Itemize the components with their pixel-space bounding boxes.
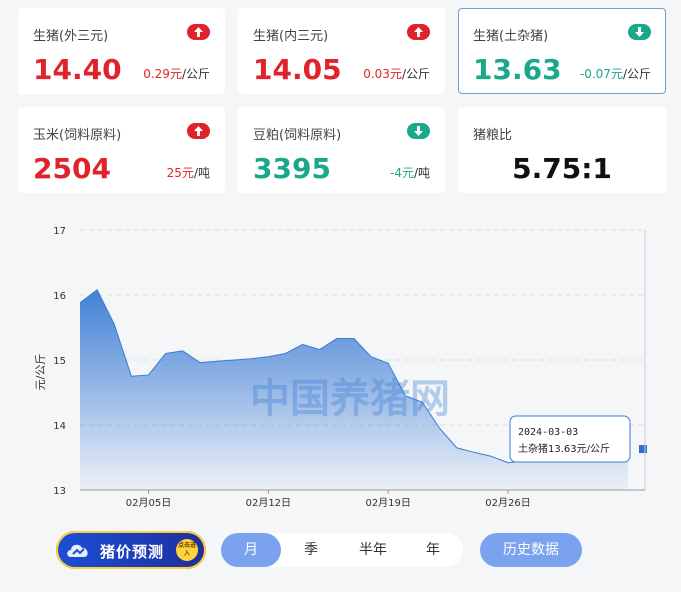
y-tick-label: 15 bbox=[53, 356, 66, 367]
y-tick-label: 17 bbox=[53, 226, 66, 237]
card-change: 25元/吨 bbox=[166, 166, 210, 180]
card-value: 13.63 bbox=[473, 53, 562, 86]
card-value: 14.05 bbox=[253, 53, 342, 86]
price-card-hog-grain-ratio[interactable]: 猪粮比 5.75:1 bbox=[458, 107, 666, 193]
card-change: 0.29元/公斤 bbox=[143, 67, 210, 81]
y-tick-label: 16 bbox=[53, 291, 66, 302]
y-axis-label: 元/公斤 bbox=[34, 354, 47, 391]
tab-quarter[interactable]: 季 bbox=[283, 533, 339, 567]
card-value: 14.40 bbox=[33, 53, 122, 86]
x-tick-label: 02月26日 bbox=[485, 497, 530, 509]
x-tick-label: 02月12日 bbox=[246, 497, 291, 509]
card-label: 生猪(土杂猪) bbox=[473, 29, 549, 44]
arrow-up-icon bbox=[187, 24, 210, 40]
price-card-tuzazhu[interactable]: 生猪(土杂猪) 13.63 -0.07元/公斤 bbox=[458, 8, 666, 94]
price-forecast-label: 猪价预测 bbox=[100, 543, 165, 561]
tooltip-date: 2024-03-03 bbox=[518, 427, 578, 438]
x-tick-label: 02月19日 bbox=[365, 497, 410, 509]
price-forecast-button[interactable]: 猪价预测 点击进入 bbox=[56, 531, 206, 569]
period-tabs: 月 季 半年 年 bbox=[221, 533, 463, 567]
watermark: 中国养猪网 bbox=[250, 376, 450, 422]
tab-half-year[interactable]: 半年 bbox=[343, 533, 403, 567]
arrow-up-icon bbox=[407, 24, 430, 40]
card-change: 0.03元/公斤 bbox=[363, 67, 430, 81]
card-label: 豆粕(饲料原料) bbox=[253, 128, 342, 143]
tab-month[interactable]: 月 bbox=[221, 533, 281, 567]
enter-badge: 点击进入 bbox=[176, 539, 198, 561]
arrow-down-icon bbox=[407, 123, 430, 139]
cloud-icon bbox=[64, 538, 92, 562]
chart-tooltip: 2024-03-03 土杂猪13.63元/公斤 bbox=[509, 415, 631, 463]
card-label: 生猪(外三元) bbox=[33, 29, 109, 44]
tooltip-text: 土杂猪13.63元/公斤 bbox=[518, 442, 610, 455]
price-card-neisanyuan[interactable]: 生猪(内三元) 14.05 0.03元/公斤 bbox=[238, 8, 445, 94]
card-label: 生猪(内三元) bbox=[253, 29, 329, 44]
card-change: -0.07元/公斤 bbox=[579, 67, 651, 81]
y-tick-label: 14 bbox=[53, 421, 66, 432]
card-label: 猪粮比 bbox=[473, 128, 513, 143]
price-card-corn[interactable]: 玉米(饲料原料) 2504 25元/吨 bbox=[18, 107, 225, 193]
card-change: -4元/吨 bbox=[389, 166, 430, 180]
highlight-point[interactable] bbox=[639, 445, 647, 454]
arrow-down-icon bbox=[628, 24, 651, 40]
y-tick-label: 13 bbox=[53, 486, 66, 497]
x-tick-label: 02月05日 bbox=[126, 497, 171, 509]
price-card-soymeal[interactable]: 豆粕(饲料原料) 3395 -4元/吨 bbox=[238, 107, 445, 193]
arrow-up-icon bbox=[187, 123, 210, 139]
card-value: 3395 bbox=[253, 152, 331, 185]
card-value: 5.75:1 bbox=[512, 152, 612, 185]
bottom-controls: 猪价预测 点击进入 月 季 半年 年 历史数据 bbox=[0, 528, 681, 576]
price-card-waisanyuan[interactable]: 生猪(外三元) 14.40 0.29元/公斤 bbox=[18, 8, 225, 94]
history-data-button[interactable]: 历史数据 bbox=[480, 533, 582, 567]
tab-year[interactable]: 年 bbox=[405, 533, 461, 567]
card-label: 玉米(饲料原料) bbox=[33, 128, 122, 143]
price-trend-chart: 13 14 15 16 17 02月05日 02月12日 02月19日 02月26日 中国养猪网… bbox=[34, 226, 647, 509]
card-value: 2504 bbox=[33, 152, 111, 185]
